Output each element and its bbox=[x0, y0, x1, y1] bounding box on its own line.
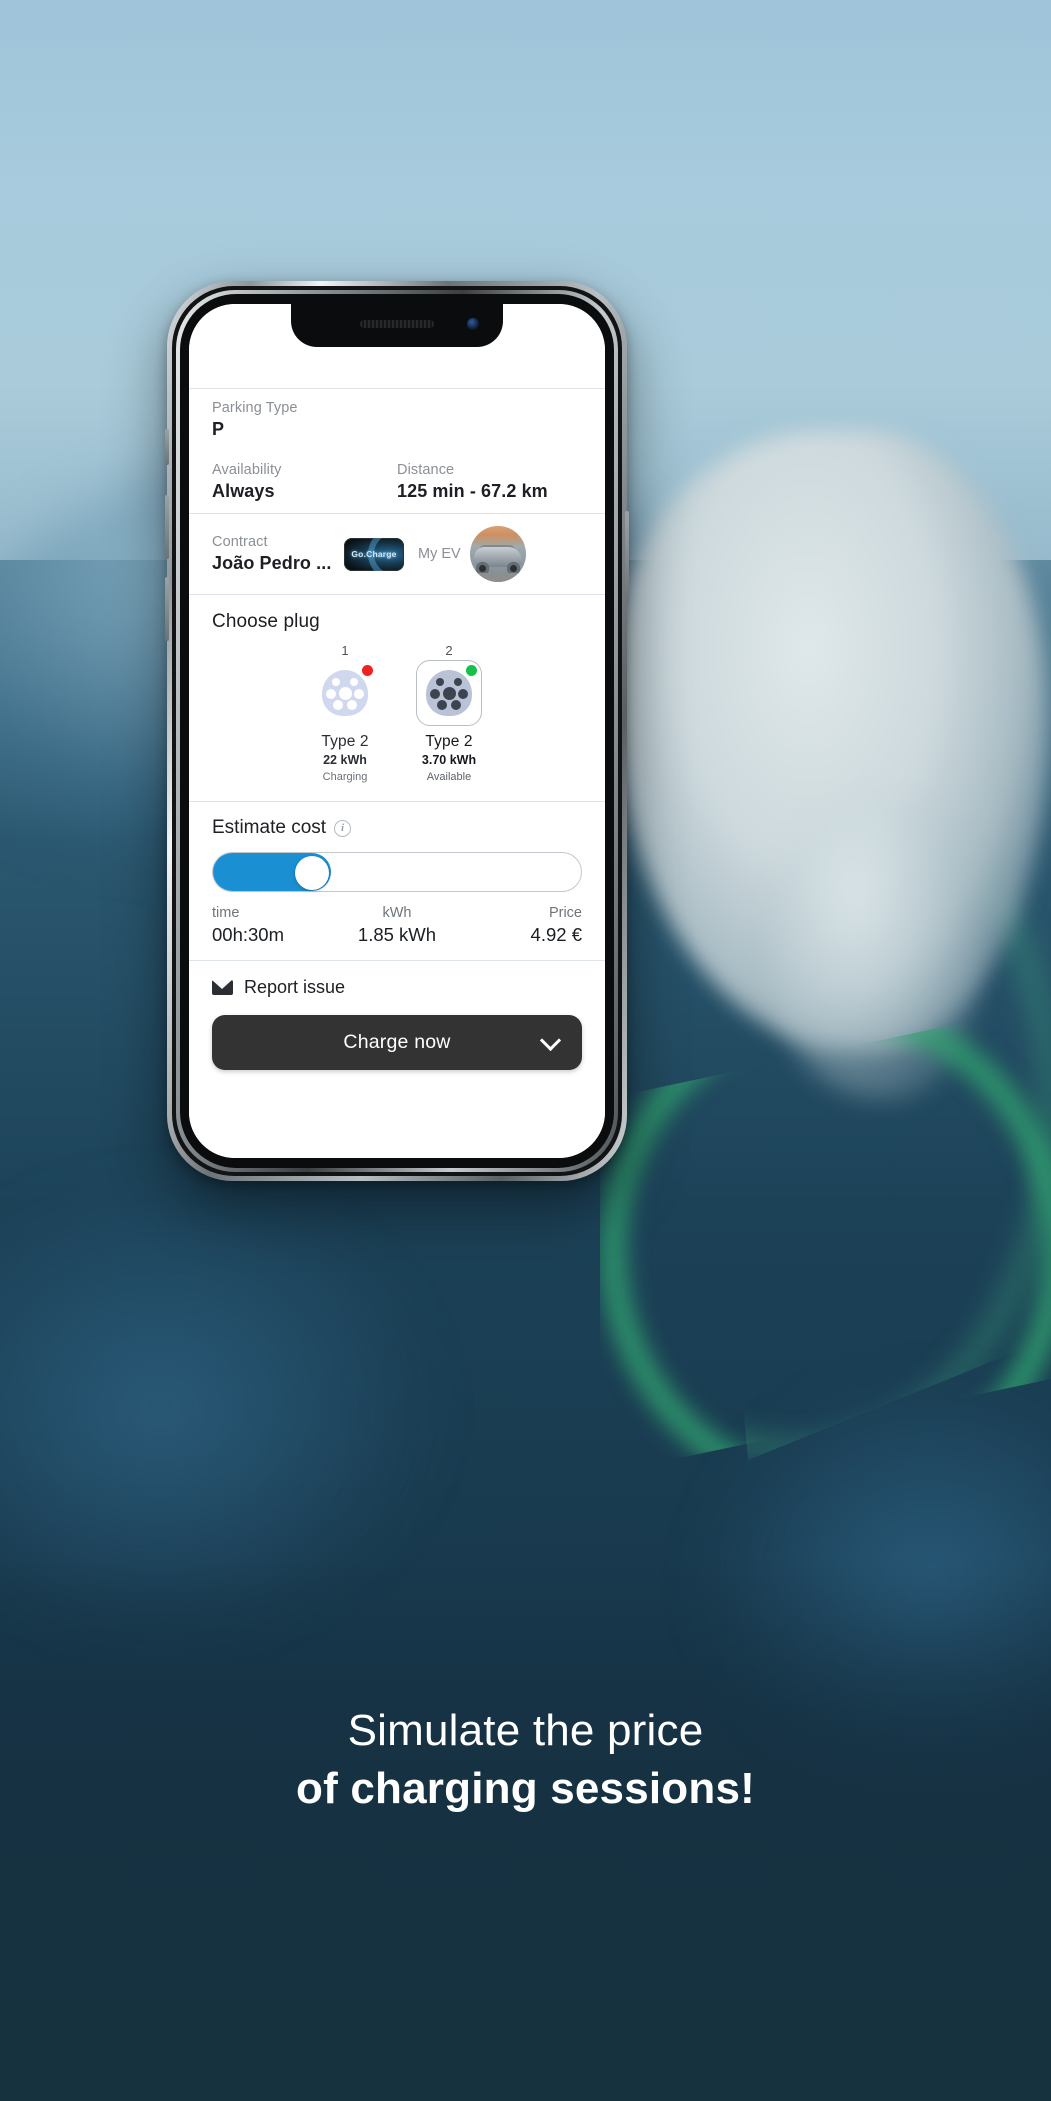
connector-pin bbox=[332, 678, 340, 686]
availability-label: Availability bbox=[212, 462, 282, 478]
estimate-price-label: Price bbox=[548, 905, 582, 921]
chevron-down-icon[interactable] bbox=[539, 1029, 562, 1051]
connector-pin bbox=[430, 689, 440, 699]
phone-notch bbox=[291, 304, 503, 347]
contract-value: João Pedro ... bbox=[212, 553, 332, 573]
connector-pin bbox=[436, 678, 444, 686]
charging-station-detail-screen: Parking Type P Availability Always Dista… bbox=[189, 304, 605, 1158]
parking-type-row: Parking Type P bbox=[189, 389, 605, 451]
caption-line-1: Simulate the price bbox=[347, 1706, 704, 1755]
plug-option-2[interactable]: 2 Type 2 3.70 kWh Available bbox=[408, 639, 490, 789]
phone-volume-down-button[interactable] bbox=[165, 577, 169, 641]
gocharge-logo-text: Go.Charge bbox=[351, 549, 397, 559]
screen-scroll-area[interactable]: Parking Type P Availability Always Dista… bbox=[189, 304, 605, 1158]
availability-value: Always bbox=[212, 481, 275, 501]
charge-now-label: Charge now bbox=[343, 1031, 451, 1053]
plug-option-1[interactable]: 1 Type 2 22 kWh Charging bbox=[304, 639, 386, 789]
my-ev-label: My EV bbox=[418, 546, 461, 562]
estimate-kwh-cell: kWh 1.85 kWh bbox=[335, 905, 458, 946]
promo-caption: Simulate the price of charging sessions! bbox=[0, 1705, 1051, 1815]
estimate-time-label: time bbox=[212, 905, 240, 921]
connector-pin bbox=[338, 687, 352, 700]
charge-now-wrap: Charge now bbox=[189, 998, 605, 1070]
charge-now-button[interactable]: Charge now bbox=[212, 1015, 582, 1070]
plug-1-box bbox=[312, 660, 378, 726]
type2-connector-icon bbox=[322, 670, 368, 716]
estimate-price-value: 4.92 € bbox=[530, 924, 582, 945]
availability-distance-row: Availability Always Distance 125 min - 6… bbox=[189, 451, 605, 513]
report-issue-button[interactable]: Report issue bbox=[189, 961, 605, 998]
parking-type-value: P bbox=[212, 419, 225, 439]
estimate-stats-row: time 00h:30m kWh 1.85 kWh Price 4.92 € bbox=[189, 892, 605, 960]
plug-list: 1 Type 2 22 kWh Charging 2 Type 2 3.70 k… bbox=[189, 633, 605, 801]
connector-pin bbox=[451, 700, 461, 710]
type2-connector-icon bbox=[426, 670, 472, 716]
caption-line-2: of charging sessions! bbox=[296, 1763, 755, 1813]
plug-2-power: 3.70 kWh bbox=[421, 753, 477, 767]
connector-pin bbox=[350, 678, 358, 686]
distance-cell: Distance 125 min - 67.2 km bbox=[397, 462, 582, 502]
plug-1-type: Type 2 bbox=[321, 733, 369, 750]
distance-label: Distance bbox=[397, 462, 455, 478]
phone-screen: Parking Type P Availability Always Dista… bbox=[189, 304, 605, 1158]
connector-pin bbox=[354, 689, 364, 699]
info-icon[interactable]: i bbox=[334, 819, 352, 837]
plug-1-status: Charging bbox=[322, 771, 368, 783]
connector-pin bbox=[442, 687, 456, 700]
plug-2-box-selected bbox=[416, 660, 482, 726]
connector-pin bbox=[458, 689, 468, 699]
background-bottom-vignette bbox=[0, 1560, 1051, 2101]
connector-pin bbox=[347, 700, 357, 710]
estimate-kwh-label: kWh bbox=[382, 905, 412, 921]
estimate-price-cell: Price 4.92 € bbox=[459, 905, 582, 946]
plug-1-power: 22 kWh bbox=[323, 753, 367, 767]
connector-pin bbox=[333, 700, 343, 710]
duration-slider[interactable] bbox=[212, 852, 582, 892]
choose-plug-title: Choose plug bbox=[212, 611, 320, 632]
estimate-cost-header: Estimate cost i bbox=[189, 802, 605, 839]
phone-power-button[interactable] bbox=[625, 511, 629, 603]
my-ev-avatar[interactable] bbox=[469, 526, 526, 582]
estimate-kwh-value: 1.85 kWh bbox=[357, 924, 437, 945]
front-camera-icon bbox=[467, 318, 479, 330]
plug-2-number: 2 bbox=[445, 643, 453, 658]
plug-1-number: 1 bbox=[341, 643, 349, 658]
connector-pin bbox=[454, 678, 462, 686]
estimate-time-value: 00h:30m bbox=[212, 924, 284, 945]
report-issue-label: Report issue bbox=[244, 977, 346, 997]
phone-mockup: Parking Type P Availability Always Dista… bbox=[165, 281, 629, 1181]
estimate-time-cell: time 00h:30m bbox=[212, 905, 335, 946]
parking-type-label: Parking Type bbox=[212, 400, 298, 416]
slider-knob[interactable] bbox=[294, 856, 329, 890]
connector-pin bbox=[437, 700, 447, 710]
envelope-flap bbox=[212, 980, 232, 989]
estimate-cost-title: Estimate cost bbox=[212, 817, 327, 838]
phone-mute-switch[interactable] bbox=[165, 429, 169, 465]
avatar-background bbox=[469, 526, 526, 546]
connector-pin bbox=[326, 689, 336, 699]
estimate-slider-wrap bbox=[189, 852, 605, 892]
envelope-icon bbox=[212, 980, 233, 995]
distance-value: 125 min - 67.2 km bbox=[397, 481, 548, 501]
gocharge-logo-icon[interactable]: Go.Charge bbox=[344, 537, 404, 571]
contract-cell[interactable]: Contract João Pedro ... bbox=[212, 534, 344, 574]
contract-myev-row: Contract João Pedro ... Go.Charge My EV bbox=[189, 514, 605, 594]
availability-cell: Availability Always bbox=[212, 462, 397, 502]
plug-2-type: Type 2 bbox=[425, 733, 473, 750]
contract-label: Contract bbox=[212, 534, 268, 550]
plug-2-status: Available bbox=[426, 771, 472, 783]
avatar-ground bbox=[469, 573, 526, 582]
earpiece-speaker-icon bbox=[360, 320, 434, 328]
phone-volume-up-button[interactable] bbox=[165, 495, 169, 559]
